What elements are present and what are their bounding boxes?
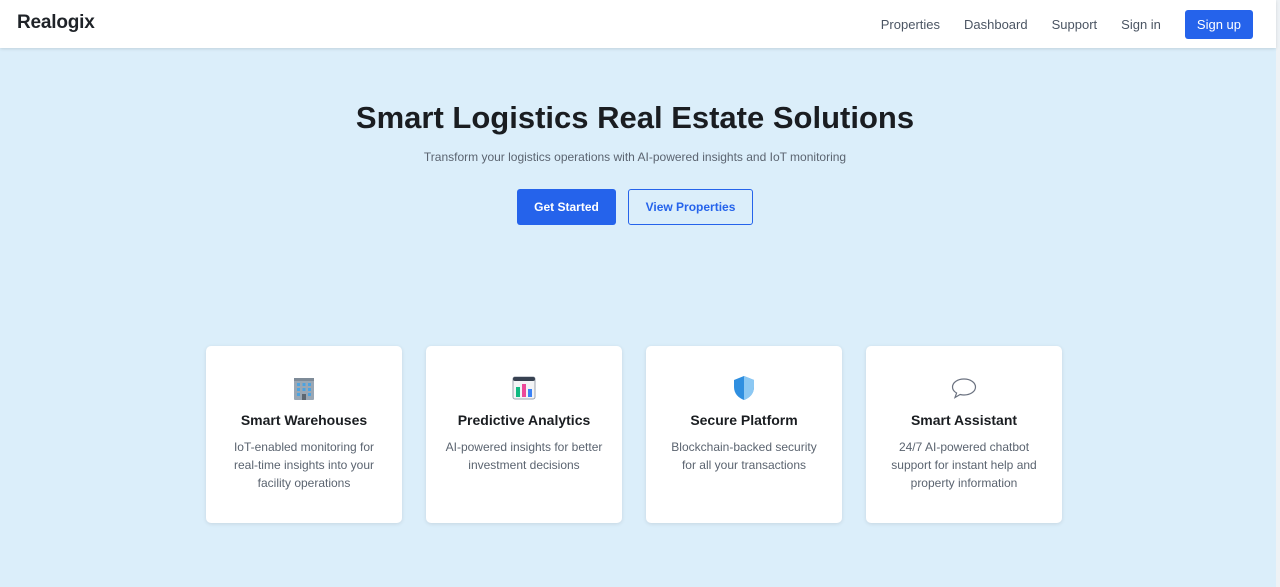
feature-title: Smart Warehouses bbox=[240, 412, 368, 428]
feature-description: Blockchain-backed security for all your … bbox=[671, 440, 817, 472]
page-scrollbar[interactable] bbox=[1276, 0, 1280, 587]
feature-card-smart-warehouses: Smart Warehouses IoT-enabled monitoring … bbox=[206, 346, 402, 523]
feature-title: Secure Platform bbox=[690, 412, 798, 428]
view-properties-button[interactable]: View Properties bbox=[628, 189, 753, 225]
hero-actions: Get Started View Properties bbox=[0, 189, 1270, 225]
feature-card-smart-assistant: Smart Assistant 24/7 AI-powered chatbot … bbox=[866, 346, 1062, 523]
main-nav: Properties Dashboard Support Sign in Sig… bbox=[857, 0, 1276, 48]
feature-card-secure-platform: Secure Platform Blockchain-backed securi… bbox=[646, 346, 842, 523]
nav-link-properties[interactable]: Properties bbox=[881, 17, 940, 32]
bar-chart-icon bbox=[426, 374, 622, 402]
nav-link-sign-in[interactable]: Sign in bbox=[1121, 17, 1161, 32]
nav-link-dashboard[interactable]: Dashboard bbox=[964, 17, 1028, 32]
feature-title: Predictive Analytics bbox=[457, 412, 591, 428]
brand-logo[interactable]: Realogix bbox=[17, 12, 95, 34]
feature-cards: Smart Warehouses IoT-enabled monitoring … bbox=[206, 346, 1062, 523]
hero-title: Smart Logistics Real Estate Solutions bbox=[355, 100, 915, 135]
building-icon bbox=[206, 374, 402, 402]
speech-bubble-icon bbox=[866, 374, 1062, 402]
hero-subtitle: Transform your logistics operations with… bbox=[423, 150, 847, 164]
sign-up-button[interactable]: Sign up bbox=[1184, 9, 1253, 39]
top-navbar: Realogix Properties Dashboard Support Si… bbox=[0, 0, 1276, 48]
feature-description: IoT-enabled monitoring for real-time ins… bbox=[233, 440, 375, 490]
get-started-button[interactable]: Get Started bbox=[517, 189, 616, 225]
feature-description: AI-powered insights for better investmen… bbox=[445, 440, 603, 472]
shield-icon bbox=[646, 374, 842, 402]
nav-link-support[interactable]: Support bbox=[1052, 17, 1098, 32]
feature-description: 24/7 AI-powered chatbot support for inst… bbox=[891, 440, 1037, 490]
feature-card-predictive-analytics: Predictive Analytics AI-powered insights… bbox=[426, 346, 622, 523]
feature-title: Smart Assistant bbox=[910, 412, 1018, 428]
